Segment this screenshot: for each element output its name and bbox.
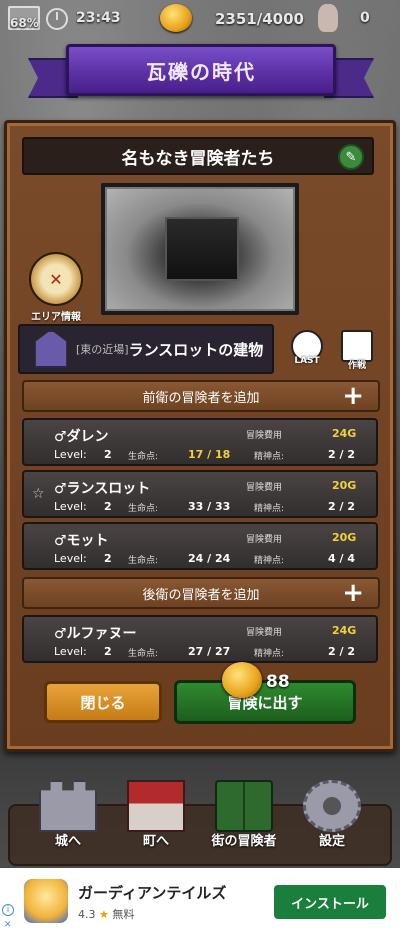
- adventurer-name: ♂ダレン: [54, 429, 109, 445]
- level-label: Level:: [54, 448, 87, 461]
- adventurer-mp: 2 / 2: [328, 448, 355, 461]
- star-icon[interactable]: ☆: [32, 486, 45, 502]
- level-label: Level:: [54, 500, 87, 513]
- clock-icon: [46, 8, 68, 30]
- adventurer-hp: 27 / 27: [188, 645, 231, 658]
- adventurer-cost: 20G: [332, 531, 357, 544]
- tactics-label: 作戦: [347, 361, 366, 371]
- castle-icon: [39, 780, 97, 832]
- send-adventure-button[interactable]: 冒険に出す: [174, 680, 356, 724]
- last-button[interactable]: LAST: [288, 330, 326, 370]
- ad-app-icon: [24, 879, 68, 923]
- add-back-label: 後衛の冒険者を追加: [142, 587, 260, 603]
- rabbit-count: 0: [360, 10, 370, 26]
- adventurer-name: ♂ランスロット: [54, 481, 151, 497]
- ad-close-icon[interactable]: ✕: [4, 920, 12, 930]
- adventurer-card[interactable]: ♂モット 冒険費用 20G Level: 2 生命点: 24 / 24 精神点:…: [22, 522, 378, 570]
- hp-label: 生命点:: [128, 504, 159, 514]
- adventurer-mp: 2 / 2: [328, 645, 355, 658]
- mp-label: 精神点:: [254, 504, 285, 514]
- adventurer-level: 2: [104, 448, 112, 461]
- adventurer-level: 2: [104, 645, 112, 658]
- last-label: LAST: [294, 356, 320, 366]
- page-title: 瓦礫の時代: [66, 44, 336, 96]
- party-name: 名もなき冒険者たち: [121, 148, 275, 169]
- status-bar: 68% 23:43 2351/4000 0: [0, 0, 400, 38]
- adventurer-name: ♂モット: [54, 533, 109, 549]
- gold-coin-icon: [160, 4, 192, 32]
- adventurer-level: 2: [104, 500, 112, 513]
- adventurer-name: ♂ルファヌー: [54, 626, 137, 642]
- nav-castle[interactable]: 城へ: [28, 780, 108, 849]
- location-prefix: [東の近場]: [76, 343, 129, 356]
- hp-label: 生命点:: [128, 452, 159, 462]
- nav-label: 設定: [318, 834, 345, 849]
- town-icon: [127, 780, 185, 832]
- hp-label: 生命点:: [128, 649, 159, 659]
- adventurer-cost: 24G: [332, 624, 357, 637]
- adventurer-hp: 24 / 24: [188, 552, 231, 565]
- tactics-button[interactable]: 作戦: [338, 330, 376, 371]
- location-name: ランスロットの建物: [128, 340, 264, 359]
- nav-label: 城へ: [54, 834, 81, 849]
- star-icon: ★: [99, 908, 109, 921]
- nav-settings[interactable]: 設定: [292, 780, 372, 849]
- cost-label: 冒険費用: [246, 431, 283, 441]
- adventurer-card[interactable]: ♂ルファヌー 冒険費用 24G Level: 2 生命点: 27 / 27 精神…: [22, 615, 378, 663]
- adventurer-cost: 20G: [332, 479, 357, 492]
- ad-install-button[interactable]: インストール: [274, 885, 386, 919]
- add-front-label: 前衛の冒険者を追加: [142, 390, 260, 406]
- cost-label: 冒険費用: [246, 628, 283, 638]
- add-front-adventurer-button[interactable]: 前衛の冒険者を追加 +: [22, 380, 380, 412]
- gold-count: 2351/4000: [215, 10, 304, 28]
- edit-party-name-button[interactable]: ✎: [338, 144, 364, 170]
- adventurer-level: 2: [104, 552, 112, 565]
- nav-town[interactable]: 町へ: [116, 780, 196, 849]
- book-icon: [215, 780, 273, 832]
- location-bar[interactable]: [東の近場] ランスロットの建物: [18, 324, 274, 374]
- cost-label: 冒険費用: [246, 483, 283, 493]
- hp-label: 生命点:: [128, 556, 159, 566]
- gate-icon: [35, 330, 67, 368]
- battery-percent: 68%: [10, 16, 39, 30]
- gold-coin-icon: [222, 662, 262, 698]
- nav-label: 町へ: [142, 834, 169, 849]
- add-back-adventurer-button[interactable]: 後衛の冒険者を追加 +: [22, 577, 380, 609]
- adventurer-mp: 2 / 2: [328, 500, 355, 513]
- ad-rating-value: 4.3: [78, 908, 96, 921]
- dungeon-preview-image: [101, 183, 299, 315]
- title-banner: 瓦礫の時代: [28, 44, 374, 104]
- party-name-bar: 名もなき冒険者たち ✎: [22, 137, 374, 175]
- adventurer-cost: 24G: [332, 427, 357, 440]
- gear-icon: [303, 780, 361, 832]
- adventurer-hp: 33 / 33: [188, 500, 231, 513]
- ad-title: ガーディアンテイルズ: [78, 884, 227, 902]
- cost-label: 冒険費用: [246, 535, 283, 545]
- adventurer-mp: 4 / 4: [328, 552, 355, 565]
- nav-label: 街の冒険者: [211, 834, 277, 849]
- adventure-cost-total: 88: [266, 672, 290, 692]
- mp-label: 精神点:: [254, 649, 285, 659]
- mp-label: 精神点:: [254, 452, 285, 462]
- ad-price: 無料: [112, 908, 135, 921]
- adventurer-card[interactable]: ☆ ♂ランスロット 冒険費用 20G Level: 2 生命点: 33 / 33…: [22, 470, 378, 518]
- area-info-button[interactable]: ✕ エリア情報: [26, 252, 86, 323]
- ad-info-icon[interactable]: i: [2, 904, 14, 916]
- plus-icon: +: [342, 381, 364, 411]
- level-label: Level:: [54, 552, 87, 565]
- time-display: 23:43: [76, 10, 121, 26]
- close-button[interactable]: 閉じる: [44, 681, 162, 723]
- pencil-icon: ✎: [345, 149, 357, 165]
- mp-label: 精神点:: [254, 556, 285, 566]
- map-icon: ✕: [29, 252, 83, 306]
- plus-icon: +: [342, 578, 364, 608]
- adventurer-card[interactable]: ♂ダレン 冒険費用 24G Level: 2 生命点: 17 / 18 精神点:…: [22, 418, 378, 466]
- rabbit-icon: [318, 4, 338, 32]
- level-label: Level:: [54, 645, 87, 658]
- adventurer-hp: 17 / 18: [188, 448, 231, 461]
- ad-rating: 4.3 ★ 無料: [78, 906, 134, 922]
- ad-banner[interactable]: i ✕ ガーディアンテイルズ 4.3 ★ 無料 インストール: [0, 868, 400, 934]
- area-info-label: エリア情報: [31, 312, 81, 323]
- nav-city-adventurers[interactable]: 街の冒険者: [204, 780, 284, 849]
